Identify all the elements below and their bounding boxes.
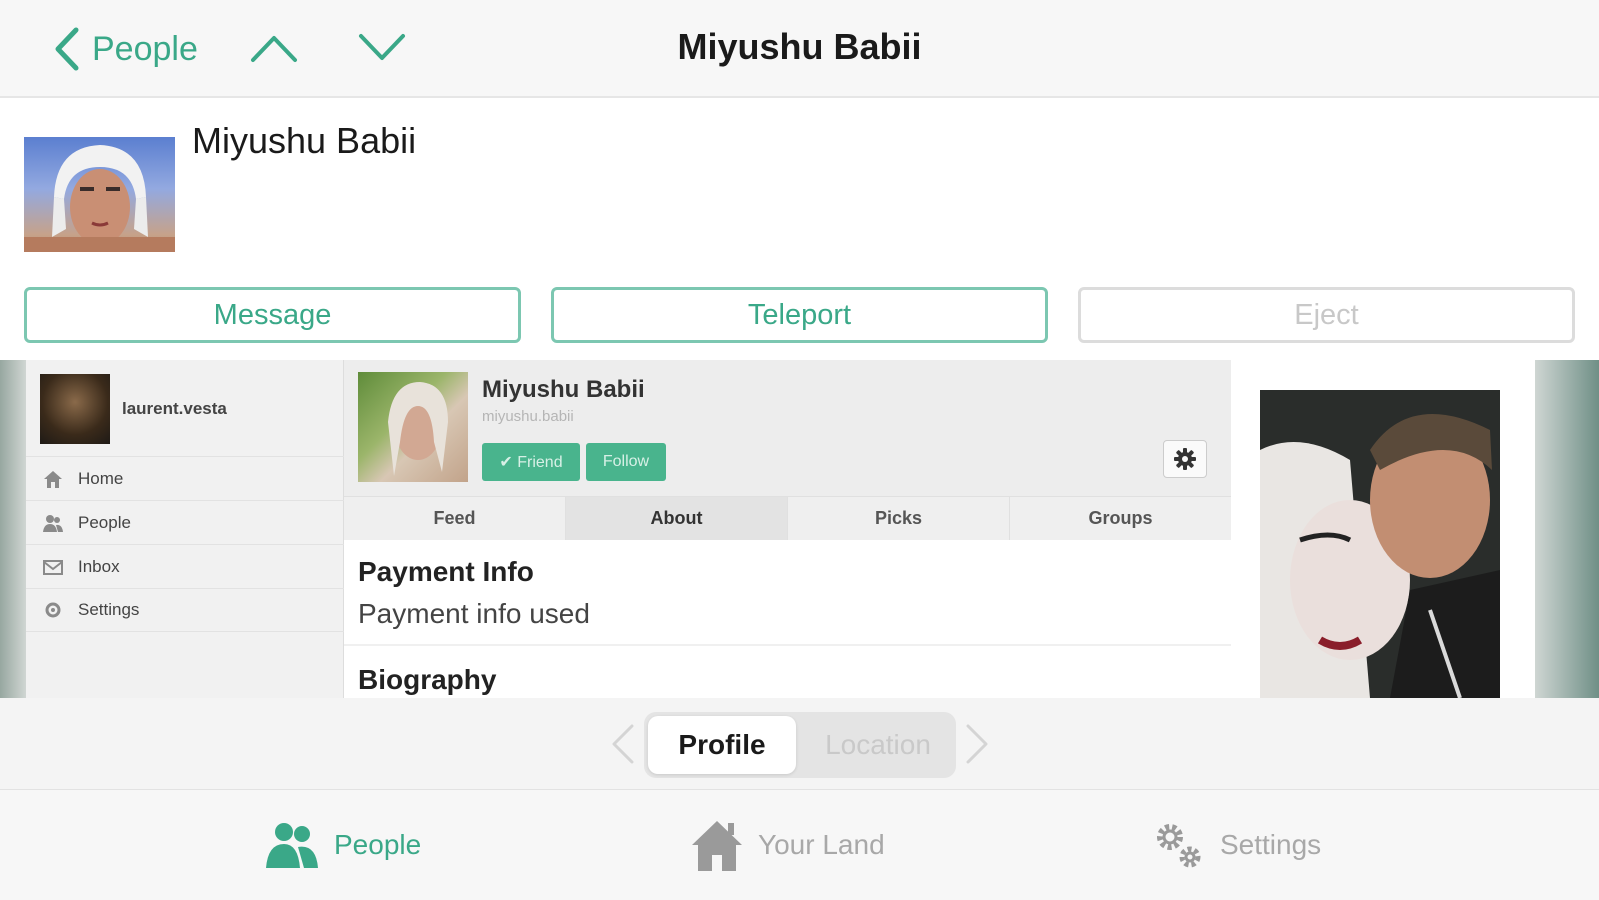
back-label: People: [92, 29, 198, 68]
tab-about[interactable]: About: [566, 497, 788, 540]
message-button[interactable]: Message: [24, 287, 521, 343]
segmented-control: Profile Location: [644, 712, 956, 778]
chevron-right-icon[interactable]: [964, 722, 990, 766]
segment-profile[interactable]: Profile: [648, 716, 796, 774]
bottom-tab-bar: People Your Land Settings: [0, 790, 1599, 900]
settings-icon: [45, 602, 61, 618]
biography-title: Biography: [358, 664, 497, 695]
tab-groups[interactable]: Groups: [1010, 497, 1231, 540]
profile-tabs: Feed About Picks Groups: [344, 496, 1231, 540]
tab-settings[interactable]: Settings: [1150, 810, 1321, 880]
page-title: Miyushu Babii: [677, 26, 922, 67]
gears-icon: [1157, 824, 1201, 868]
tab-label: Your Land: [758, 829, 885, 860]
tab-people[interactable]: People: [264, 810, 421, 880]
chevron-down-icon[interactable]: [358, 30, 406, 66]
tab-picks[interactable]: Picks: [788, 497, 1010, 540]
home-icon: [44, 470, 62, 488]
sidebar-user[interactable]: laurent.vesta: [40, 374, 227, 444]
tab-label: People: [334, 829, 422, 860]
navigation-bar: People Miyushu Babii: [0, 0, 1599, 98]
back-button[interactable]: People: [52, 24, 198, 74]
chevron-up-icon[interactable]: [250, 30, 298, 66]
sidebar-item-label: Inbox: [78, 556, 120, 576]
web-profile-name: Miyushu Babii: [482, 376, 645, 403]
sidebar-user-avatar: [40, 374, 110, 444]
web-profile-handle: miyushu.babii: [482, 408, 574, 425]
sidebar-item-people[interactable]: People: [26, 500, 344, 544]
gear-icon: [1174, 448, 1196, 470]
tab-label: Settings: [1220, 829, 1322, 860]
chevron-left-icon: [55, 27, 79, 71]
people-icon: [266, 823, 318, 868]
people-icon: [43, 514, 63, 532]
profile-options-button[interactable]: [1163, 440, 1207, 478]
sidebar-item-home[interactable]: Home: [26, 456, 344, 500]
sidebar-item-label: Home: [78, 468, 124, 488]
sidebar-item-label: Settings: [78, 600, 140, 619]
sidebar-item-settings[interactable]: Settings: [26, 588, 344, 632]
eject-button[interactable]: Eject: [1078, 287, 1575, 343]
web-sidebar: laurent.vesta Home People Inbox Settings: [26, 360, 344, 698]
profile-picture: [1260, 390, 1500, 698]
panel-edge-right: [1535, 360, 1599, 698]
web-profile-aside: [1231, 360, 1535, 698]
payment-info-title: Payment Info: [358, 556, 534, 587]
house-icon: [692, 821, 742, 871]
segment-location[interactable]: Location: [804, 716, 952, 774]
sidebar-username: laurent.vesta: [122, 399, 227, 418]
profile-location-switcher: Profile Location: [0, 698, 1599, 790]
chevron-left-icon[interactable]: [610, 722, 636, 766]
profile-name: Miyushu Babii: [192, 120, 417, 161]
teleport-button[interactable]: Teleport: [551, 287, 1048, 343]
tab-your-land[interactable]: Your Land: [690, 810, 885, 880]
panel-edge-left: [0, 360, 26, 698]
tab-feed[interactable]: Feed: [344, 497, 566, 540]
section-divider: [344, 644, 1231, 646]
web-profile-main: Miyushu Babii miyushu.babii ✔ Friend Fol…: [344, 360, 1231, 698]
sidebar-item-label: People: [78, 512, 131, 532]
web-profile-view[interactable]: laurent.vesta Home People Inbox Settings…: [0, 360, 1599, 698]
payment-info-text: Payment info used: [358, 598, 590, 629]
follow-button[interactable]: Follow: [586, 443, 666, 481]
about-content: Payment Info Payment info used Biography: [344, 540, 1231, 698]
web-profile-avatar: [358, 372, 468, 482]
profile-avatar: [24, 137, 175, 252]
friend-button[interactable]: ✔ Friend: [482, 443, 580, 481]
sidebar-item-inbox[interactable]: Inbox: [26, 544, 344, 588]
inbox-icon: [43, 559, 63, 575]
